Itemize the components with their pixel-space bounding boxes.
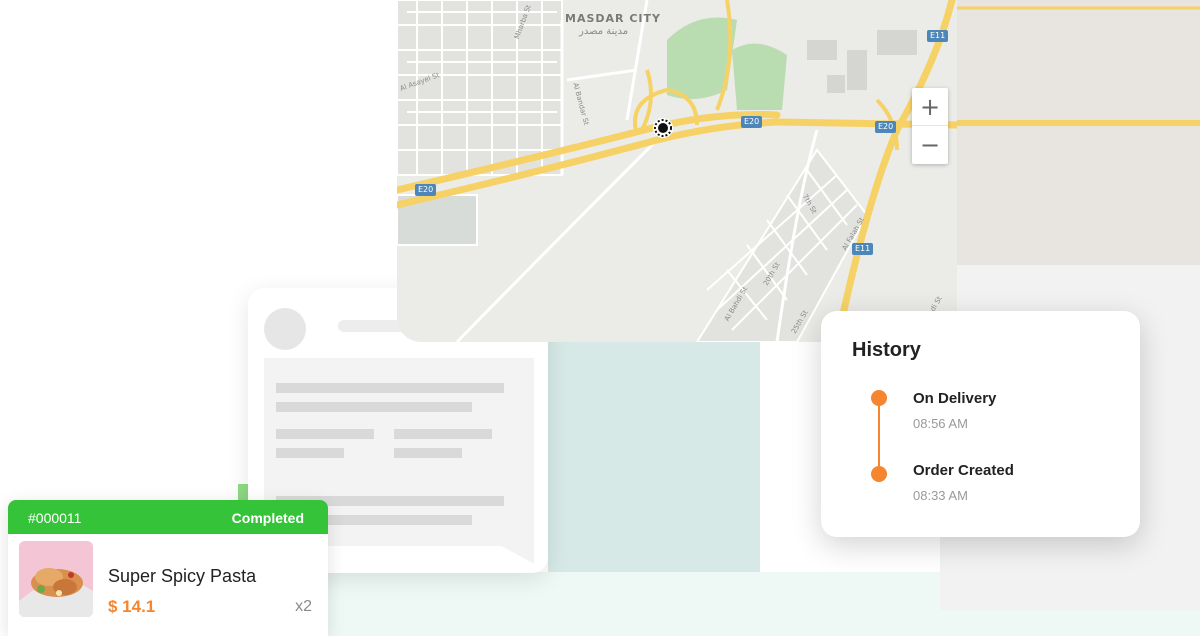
item-price: $ 14.1 [108,597,156,616]
text-line-placeholder [394,448,462,458]
item-name: Super Spicy Pasta [108,566,257,586]
history-title: History [852,339,921,361]
text-line-placeholder [276,448,344,458]
map-extension[interactable] [938,0,1200,265]
text-line-placeholder [276,402,472,412]
food-image [19,541,93,617]
timeline-dot [871,466,887,482]
order-id: #000011 [28,510,82,526]
bubble-tail [498,544,534,564]
timeline-connector [878,398,880,474]
event-time: 08:56 AM [913,416,968,431]
map-view[interactable]: MASDAR CITY مدينة مصدر E11 E20 E20 E20 E… [397,0,957,342]
event-title: Order Created [913,462,1014,479]
text-line-placeholder [276,383,504,393]
background-panel-teal [548,342,760,578]
status-badge: Completed [231,510,304,526]
zoom-controls: + − [912,88,948,164]
text-line-placeholder [276,429,374,439]
order-header: #000011 Completed [8,500,328,534]
avatar-placeholder [264,308,306,350]
text-line-placeholder [394,429,492,439]
order-card[interactable]: #000011 Completed Super Spicy Pasta $ 14… [8,500,328,636]
road-shield: E20 [875,121,897,133]
road-shield: E11 [927,30,949,42]
zoom-in-icon[interactable]: + [912,88,948,126]
map-area-label-arabic: مدينة مصدر [579,26,629,37]
history-card: History On Delivery 08:56 AM Order Creat… [821,311,1140,537]
timeline-dot [871,390,887,406]
item-quantity: x2 [295,598,312,615]
delivery-showcase: MASDAR CITY مدينة مصدر E11 E20 E20 E20 E… [0,0,1200,636]
location-pin-icon[interactable] [651,116,675,140]
map-area-label: MASDAR CITY [565,12,661,25]
event-time: 08:33 AM [913,488,968,503]
road-shield: E20 [415,184,437,196]
event-title: On Delivery [913,390,997,407]
road-shield: E11 [852,243,874,255]
road-shield: E20 [741,116,763,128]
zoom-out-icon[interactable]: − [912,126,948,163]
